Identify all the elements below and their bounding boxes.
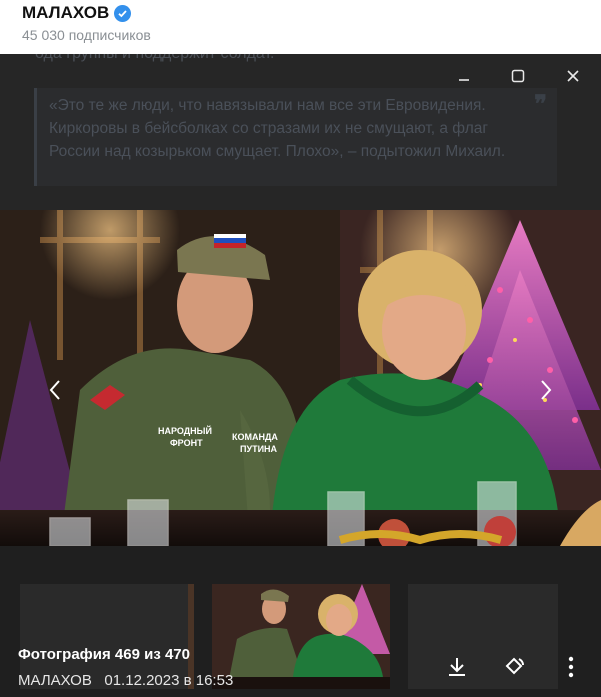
svg-text:ПУТИНА: ПУТИНА: [240, 444, 278, 454]
download-icon: [449, 658, 465, 676]
channel-title[interactable]: МАЛАХОВ: [22, 3, 132, 23]
next-photo-button[interactable]: [531, 375, 561, 405]
minimize-button[interactable]: [447, 62, 481, 90]
quote-mark-icon: ❞: [534, 91, 547, 118]
media-viewer: ода группы и поддержит солдат. «Это те ж…: [0, 54, 601, 697]
channel-name[interactable]: МАЛАХОВ: [22, 3, 109, 23]
verified-badge-icon: [114, 4, 132, 22]
subscriber-count: 45 030 подписчиков: [22, 27, 151, 43]
rotate-icon: [505, 657, 524, 675]
previous-photo-button[interactable]: [40, 375, 70, 405]
photo-scene: НАРОДНЫЙ ФРОНТ КОМАНДА ПУТИНА: [0, 210, 601, 546]
thumbnail-current[interactable]: [212, 584, 390, 689]
photo-date[interactable]: 01.12.2023 в 16:53: [104, 672, 233, 689]
maximize-button[interactable]: [501, 62, 535, 90]
photo-author[interactable]: МАЛАХОВ: [18, 672, 92, 689]
photo[interactable]: НАРОДНЫЙ ФРОНТ КОМАНДА ПУТИНА: [0, 210, 601, 546]
photo-counter: Фотография 469 из 470: [18, 646, 190, 663]
more-options-button[interactable]: [554, 650, 588, 684]
more-vertical-icon: [568, 656, 574, 678]
channel-header: МАЛАХОВ 45 030 подписчиков: [0, 0, 601, 54]
svg-text:ФРОНТ: ФРОНТ: [170, 438, 203, 448]
quote-text: «Это те же люди, что навязывали нам все …: [49, 97, 506, 160]
thumbnail-next[interactable]: [408, 584, 558, 689]
svg-text:КОМАНДА: КОМАНДА: [232, 432, 278, 442]
svg-text:НАРОДНЫЙ: НАРОДНЫЙ: [158, 425, 212, 436]
post-quote: «Это те же люди, что навязывали нам все …: [34, 88, 557, 186]
download-button[interactable]: [440, 650, 474, 684]
close-button[interactable]: [556, 62, 590, 90]
rotate-button[interactable]: [497, 650, 531, 684]
photo-meta: МАЛАХОВ 01.12.2023 в 16:53: [18, 672, 233, 689]
